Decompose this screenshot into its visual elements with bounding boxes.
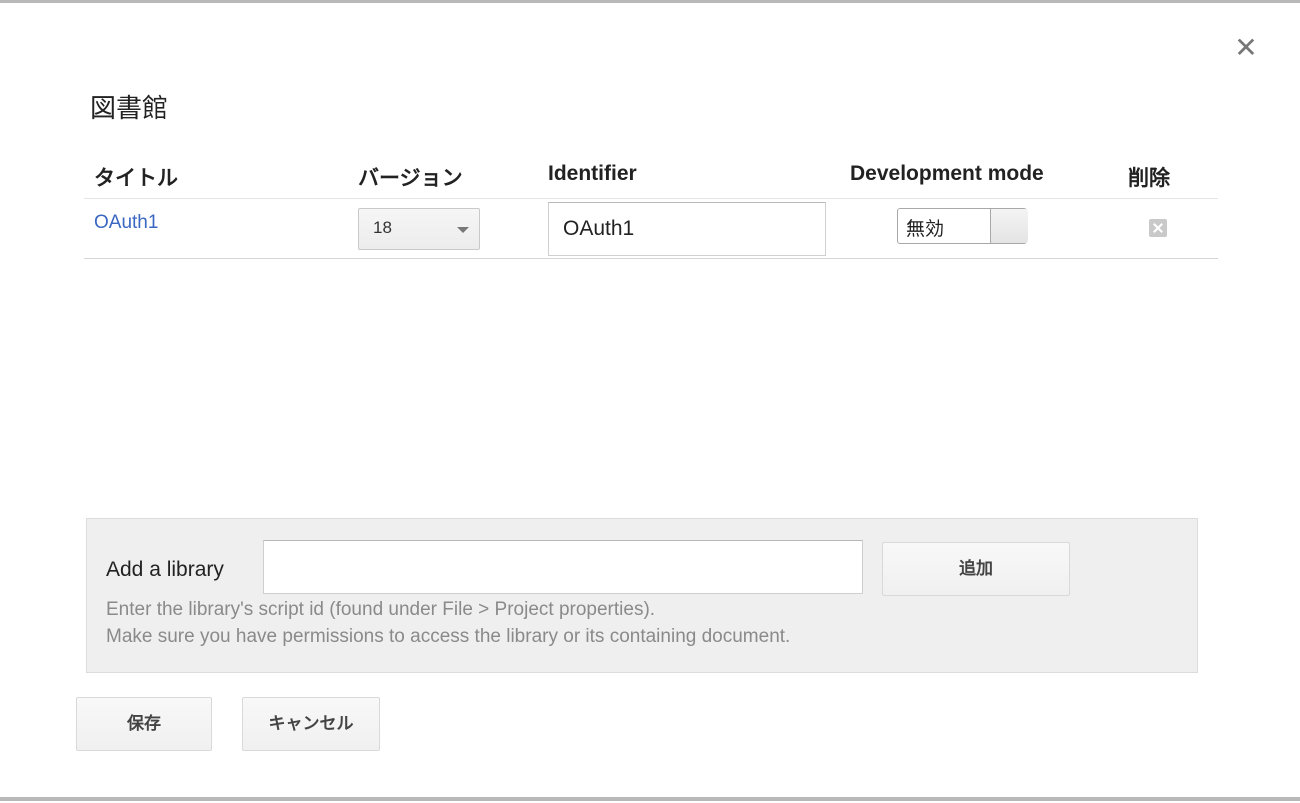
version-select[interactable]: 18 (358, 208, 480, 250)
column-header-title: タイトル (94, 166, 178, 190)
library-title-link[interactable]: OAuth1 (94, 212, 158, 234)
development-mode-toggle[interactable]: 無効 (897, 208, 1028, 244)
chevron-down-icon (457, 227, 469, 233)
column-header-identifier: Identifier (548, 162, 637, 185)
dialog-title: 図書館 (90, 94, 169, 124)
libraries-dialog: ✕ 図書館 タイトル バージョン Identifier Development … (0, 0, 1300, 803)
delete-icon[interactable] (1149, 219, 1167, 237)
script-id-input[interactable] (263, 540, 863, 594)
development-mode-label: 無効 (906, 218, 945, 240)
header-divider (84, 198, 1218, 199)
identifier-input[interactable] (548, 202, 826, 256)
add-library-label: Add a library (106, 558, 224, 581)
column-header-development-mode: Development mode (850, 162, 1044, 185)
toggle-knob (990, 209, 1028, 243)
column-header-delete: 削除 (1128, 166, 1170, 190)
column-header-version: バージョン (358, 166, 463, 190)
cancel-button[interactable]: キャンセル (242, 697, 380, 751)
add-library-panel: Add a library 追加 Enter the library's scr… (86, 518, 1198, 673)
help-text-script-id: Enter the library's script id (found und… (106, 599, 656, 620)
close-icon[interactable]: ✕ (1232, 34, 1260, 62)
dialog-bottom-border (0, 797, 1300, 801)
row-divider (84, 258, 1218, 259)
help-text-permissions: Make sure you have permissions to access… (106, 626, 791, 647)
dialog-top-border (0, 0, 1300, 3)
version-select-value: 18 (373, 218, 392, 237)
save-button[interactable]: 保存 (76, 697, 212, 751)
add-button[interactable]: 追加 (882, 542, 1070, 596)
